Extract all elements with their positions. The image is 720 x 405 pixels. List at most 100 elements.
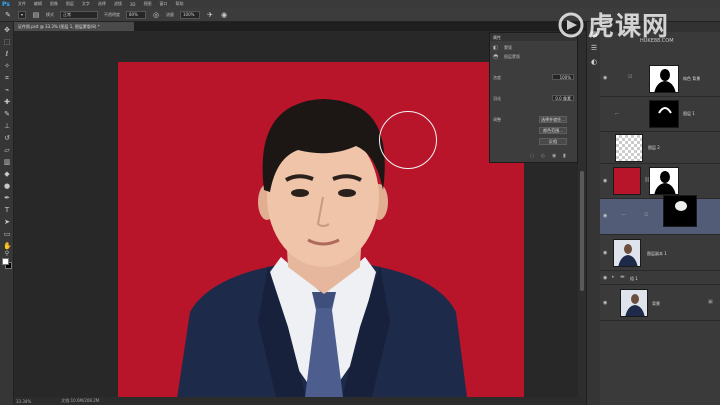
invert-button[interactable]: 反相 — [539, 138, 567, 145]
group-name: 组 1 — [630, 276, 638, 281]
airbrush-icon[interactable]: ✈ — [206, 11, 214, 19]
layer-mask-thumbnail — [663, 195, 697, 227]
layer-thumbnail — [649, 100, 679, 128]
pen-tool-icon[interactable]: ✒ — [3, 194, 11, 202]
pixel-mask-icon[interactable]: ◧ — [493, 45, 498, 51]
photoshop-window: Ps 文件 编辑 图像 图层 文字 选择 滤镜 3D 视图 窗口 帮助 ✎ ▾ … — [0, 0, 720, 405]
move-tool-icon[interactable]: ✥ — [3, 26, 11, 34]
layer-row-selected[interactable]: ◉ ⌐ ☑ — [600, 195, 720, 235]
color-range-button[interactable]: 颜色范围... — [539, 127, 567, 134]
adjustment-icon: ☑ — [644, 212, 649, 218]
marquee-tool-icon[interactable]: ⬚ — [3, 38, 11, 46]
group-expand-icon[interactable]: ▸ — [612, 274, 615, 280]
opacity-input[interactable]: 80% — [126, 10, 147, 19]
vertical-scrollbar[interactable] — [578, 31, 586, 397]
eye-icon[interactable]: ◉ — [603, 250, 609, 256]
brand-logo-icon — [558, 12, 584, 37]
brush-tool-icon[interactable]: ✎ — [4, 11, 12, 19]
menu-layer[interactable]: 图层 — [66, 1, 74, 7]
layer-name: 图层 1 — [683, 111, 695, 116]
layer-name: 图层 2 — [648, 145, 660, 150]
group-row[interactable]: ◉ ▸ ▬ 组 1 — [600, 271, 720, 285]
quick-select-tool-icon[interactable]: ✧ — [3, 62, 11, 70]
lasso-tool-icon[interactable]: ℓ — [3, 50, 11, 58]
type-tool-icon[interactable]: T — [3, 206, 11, 214]
app-logo: Ps — [2, 0, 10, 8]
layer-thumbnail — [620, 289, 648, 317]
layers-panel: ◉ ☑ 纯色 背景 ⌐ 图层 1 图层 2 ◉ ⛓ ◉ ⌐ ☑ ◉ 图层副本 1… — [600, 22, 720, 405]
menu-3d[interactable]: 3D — [130, 2, 136, 7]
layer-thumbnail — [649, 65, 679, 93]
brush-settings-icon[interactable]: ▤ — [32, 11, 40, 19]
portrait-photo[interactable] — [118, 62, 524, 405]
layer-row[interactable]: ◉ ⛓ — [600, 164, 720, 199]
watermark-url: HUKE88.COM — [640, 38, 674, 44]
eye-icon[interactable]: ◉ — [603, 75, 609, 81]
layer-thumbnail — [615, 134, 643, 162]
healing-tool-icon[interactable]: ✚ — [3, 98, 11, 106]
trash-icon[interactable]: ▮ — [563, 154, 568, 159]
menu-edit[interactable]: 编辑 — [34, 1, 42, 7]
menu-file[interactable]: 文件 — [18, 1, 26, 7]
portrait-image — [118, 62, 524, 405]
layer-row[interactable]: ◉ 背景 ▣ — [600, 285, 720, 321]
mask-label: 蒙版 — [504, 45, 512, 50]
menu-image[interactable]: 图像 — [50, 1, 58, 7]
eye-icon[interactable]: ◉ — [603, 213, 609, 219]
feather-input[interactable]: 0.0 像素 — [552, 95, 574, 101]
fill-adjustment-icon: ☑ — [628, 74, 633, 80]
zoom-tool-icon[interactable]: ⚲ — [3, 250, 11, 258]
layer-row[interactable]: ◉ ☑ 纯色 背景 — [600, 60, 720, 97]
layer-row[interactable]: 图层 2 — [600, 132, 720, 164]
menu-type[interactable]: 文字 — [82, 1, 90, 7]
eye-icon[interactable]: ◉ — [603, 300, 609, 306]
eraser-tool-icon[interactable]: ▱ — [3, 146, 11, 154]
hand-tool-icon[interactable]: ✋ — [3, 242, 12, 250]
flow-label: 流量 — [166, 11, 175, 17]
menu-window[interactable]: 窗口 — [160, 1, 168, 7]
pressure-size-icon[interactable]: ◉ — [220, 11, 228, 19]
disable-mask-icon[interactable]: ◉ — [552, 154, 557, 159]
menu-view[interactable]: 视图 — [144, 1, 152, 7]
panel-icon-strip: ▦ ☰ ◐ — [586, 22, 600, 405]
history-brush-tool-icon[interactable]: ↺ — [3, 134, 11, 142]
properties-icon[interactable]: ☰ — [590, 44, 598, 52]
layer-row[interactable]: ⌐ 图层 1 — [600, 97, 720, 132]
mode-select[interactable]: 正常 — [60, 10, 99, 19]
brush-cursor — [379, 111, 437, 169]
layer-thumbnail — [613, 239, 641, 267]
brush-size-picker[interactable]: ▾ — [18, 10, 27, 19]
eye-icon[interactable]: ◉ — [603, 178, 609, 184]
menu-select[interactable]: 选择 — [98, 1, 106, 7]
path-select-tool-icon[interactable]: ➤ — [3, 218, 11, 226]
apply-mask-icon[interactable]: ◇ — [541, 154, 546, 159]
mask-thumbnail-icon: ◓ — [493, 53, 499, 60]
foreground-color-swatch[interactable] — [2, 258, 9, 265]
blur-tool-icon[interactable]: ◆ — [3, 170, 11, 178]
menu-help[interactable]: 帮助 — [176, 1, 184, 7]
folder-icon: ▬ — [620, 274, 625, 280]
load-selection-icon[interactable]: ◌ — [530, 154, 535, 159]
select-and-mask-button[interactable]: 选择并遮住... — [539, 116, 567, 123]
density-input[interactable]: 100% — [552, 74, 574, 80]
menu-filter[interactable]: 滤镜 — [114, 1, 122, 7]
pressure-opacity-icon[interactable]: ◎ — [152, 11, 160, 19]
tab-bar: 证件照.psd @ 33.3% (图层 1, 图层蒙版/8) * — [14, 22, 586, 31]
adjustments-icon[interactable]: ◐ — [590, 58, 598, 66]
brush-tool-icon[interactable]: ✎ — [3, 110, 11, 118]
crop-tool-icon[interactable]: ⌗ — [3, 74, 11, 82]
status-bar: 33.34% 文档:10.6M/208.2M — [14, 397, 586, 405]
lock-icon[interactable]: ▣ — [708, 299, 713, 305]
refine-label: 调整 — [493, 117, 501, 122]
gradient-tool-icon[interactable]: ▥ — [3, 158, 11, 166]
eye-icon[interactable]: ◉ — [603, 275, 609, 281]
stamp-tool-icon[interactable]: ⊥ — [3, 122, 11, 130]
mode-label: 模式 — [46, 11, 55, 17]
zoom-level[interactable]: 33.34% — [16, 399, 31, 404]
flow-input[interactable]: 100% — [180, 10, 201, 19]
shape-tool-icon[interactable]: ▭ — [3, 230, 11, 238]
dodge-tool-icon[interactable]: ● — [3, 182, 11, 190]
eyedropper-tool-icon[interactable]: ⌁ — [3, 86, 11, 94]
document-tab[interactable]: 证件照.psd @ 33.3% (图层 1, 图层蒙版/8) * — [14, 22, 134, 31]
layer-row[interactable]: ◉ 图层副本 1 — [600, 235, 720, 271]
